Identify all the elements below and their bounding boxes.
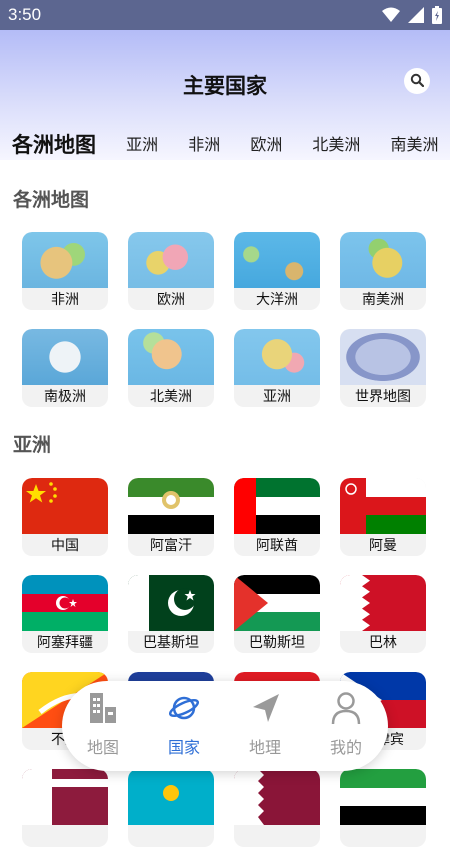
nav-country[interactable]: 国家 <box>149 691 219 761</box>
card-label: 阿曼 <box>369 538 397 554</box>
flag-uae-icon <box>234 478 320 534</box>
card-label: 亚洲 <box>263 389 291 405</box>
status-icons <box>382 6 442 28</box>
flag-oman-icon <box>340 478 426 534</box>
header: 主要国家 各洲地图 亚洲 非洲 欧洲 北美洲 南美洲 <box>0 30 450 160</box>
card-label: 巴基斯坦 <box>143 635 199 651</box>
nav-label: 地图 <box>86 738 119 757</box>
continent-card-south-america[interactable]: 南美洲 <box>340 232 426 310</box>
map-thumbnail <box>128 232 214 288</box>
nav-label: 地理 <box>248 738 281 757</box>
country-card-china[interactable]: 中国 <box>22 478 108 556</box>
card-label: 大洋洲 <box>256 292 298 308</box>
country-card-next-4[interactable] <box>340 769 426 847</box>
map-thumbnail <box>234 329 320 385</box>
signal-icon <box>408 7 424 27</box>
planet-icon <box>168 691 200 725</box>
nav-mine[interactable]: 我的 <box>311 691 381 761</box>
flag-azerbaijan-icon <box>22 575 108 631</box>
section-title-asia: 亚洲 <box>13 434 52 456</box>
search-button[interactable] <box>404 68 430 94</box>
country-card-azerbaijan[interactable]: 阿塞拜疆 <box>22 575 108 653</box>
nav-label: 我的 <box>329 738 362 757</box>
nav-map[interactable]: 地图 <box>68 691 138 761</box>
card-label: 阿联酋 <box>256 538 298 554</box>
country-card-next-2[interactable] <box>128 769 214 847</box>
flag-thumbnail <box>128 769 214 825</box>
page-title: 主要国家 <box>183 74 267 98</box>
tab-asia[interactable]: 亚洲 <box>126 130 158 160</box>
continent-card-north-america[interactable]: 北美洲 <box>128 329 214 407</box>
map-thumbnail <box>128 329 214 385</box>
continent-card-africa[interactable]: 非洲 <box>22 232 108 310</box>
card-label: 欧洲 <box>157 292 185 308</box>
nav-label: 国家 <box>167 738 200 757</box>
user-icon <box>331 691 361 725</box>
continent-card-europe[interactable]: 欧洲 <box>128 232 214 310</box>
continent-card-oceania[interactable]: 大洋洲 <box>234 232 320 310</box>
country-card-bahrain[interactable]: 巴林 <box>340 575 426 653</box>
nav-geography[interactable]: 地理 <box>230 691 300 761</box>
flag-thumbnail <box>22 769 108 825</box>
navigation-arrow-icon <box>250 691 280 725</box>
flag-thumbnail <box>234 769 320 825</box>
continent-card-asia[interactable]: 亚洲 <box>234 329 320 407</box>
section-title-continents: 各洲地图 <box>13 189 90 211</box>
tab-south-america[interactable]: 南美洲 <box>391 130 439 160</box>
continent-card-antarctica[interactable]: 南极洲 <box>22 329 108 407</box>
country-card-uae[interactable]: 阿联酋 <box>234 478 320 556</box>
bottom-nav: 地图 国家 地理 我的 <box>62 681 388 771</box>
card-label: 南极洲 <box>44 389 86 405</box>
continent-card-world[interactable]: 世界地图 <box>340 329 426 407</box>
tab-north-america[interactable]: 北美洲 <box>312 130 360 160</box>
status-time: 3:50 <box>8 5 42 24</box>
tab-continent-maps[interactable]: 各洲地图 <box>12 130 96 160</box>
map-thumbnail <box>22 232 108 288</box>
tab-africa[interactable]: 非洲 <box>188 130 220 160</box>
status-bar: 3:50 <box>0 0 450 30</box>
flag-afghanistan-icon <box>128 478 214 534</box>
map-thumbnail <box>234 232 320 288</box>
country-card-pakistan[interactable]: 巴基斯坦 <box>128 575 214 653</box>
search-icon <box>410 72 425 91</box>
card-label: 北美洲 <box>150 389 192 405</box>
flag-pakistan-icon <box>128 575 214 631</box>
tab-europe[interactable]: 欧洲 <box>250 130 282 160</box>
flag-bahrain-icon <box>340 575 426 631</box>
card-label: 非洲 <box>51 292 79 308</box>
card-label: 阿塞拜疆 <box>37 635 93 651</box>
card-label: 中国 <box>51 538 79 554</box>
card-label: 世界地图 <box>355 389 411 405</box>
map-thumbnail <box>340 329 426 385</box>
flag-palestine-icon <box>234 575 320 631</box>
card-label: 阿富汗 <box>150 538 192 554</box>
flag-china-icon <box>22 478 108 534</box>
country-card-afghanistan[interactable]: 阿富汗 <box>128 478 214 556</box>
wifi-icon <box>382 7 400 27</box>
country-card-next-3[interactable] <box>234 769 320 847</box>
country-card-palestine[interactable]: 巴勒斯坦 <box>234 575 320 653</box>
continent-tabs: 各洲地图 亚洲 非洲 欧洲 北美洲 南美洲 <box>12 130 450 160</box>
battery-icon <box>432 6 442 28</box>
country-card-next-1[interactable] <box>22 769 108 847</box>
buildings-icon <box>88 691 118 725</box>
map-thumbnail <box>340 232 426 288</box>
card-label: 巴林 <box>369 635 397 651</box>
card-label: 南美洲 <box>362 292 404 308</box>
card-label: 巴勒斯坦 <box>249 635 305 651</box>
flag-thumbnail <box>340 769 426 825</box>
country-card-oman[interactable]: 阿曼 <box>340 478 426 556</box>
map-thumbnail <box>22 329 108 385</box>
